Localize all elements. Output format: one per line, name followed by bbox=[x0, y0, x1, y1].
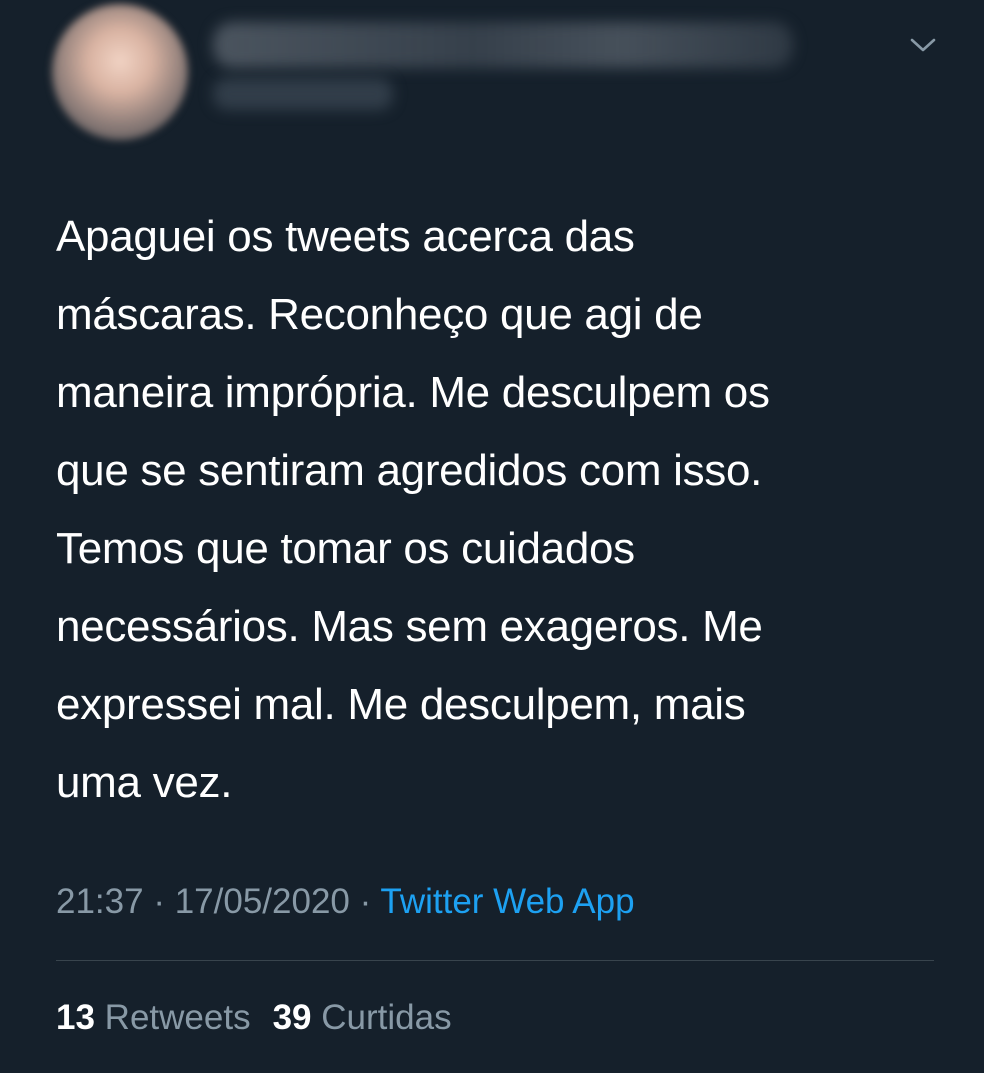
tweet-card: Apaguei os tweets acerca das máscaras. R… bbox=[0, 0, 984, 1073]
author-handle-blurred[interactable] bbox=[213, 78, 393, 110]
retweets-label: Retweets bbox=[104, 998, 251, 1037]
tweet-text: Apaguei os tweets acerca das máscaras. R… bbox=[56, 212, 770, 807]
tweet-meta: 21:37 · 17/05/2020 · Twitter Web App bbox=[56, 878, 635, 926]
likes-count: 39 bbox=[272, 998, 312, 1037]
tweet-stats: 13 Retweets 39 Curtidas bbox=[56, 994, 452, 1042]
meta-separator: · bbox=[359, 882, 372, 921]
likes-stat[interactable]: 39 Curtidas bbox=[273, 998, 452, 1037]
likes-label: Curtidas bbox=[321, 998, 452, 1037]
meta-separator: · bbox=[153, 882, 165, 921]
retweets-stat[interactable]: 13 Retweets bbox=[56, 998, 251, 1037]
retweets-count: 13 bbox=[56, 998, 95, 1037]
tweet-date[interactable]: 17/05/2020 bbox=[175, 882, 350, 921]
divider bbox=[56, 960, 934, 961]
chevron-down-icon[interactable] bbox=[905, 30, 941, 60]
tweet-time[interactable]: 21:37 bbox=[56, 882, 144, 921]
avatar[interactable] bbox=[52, 4, 188, 140]
author-name-blurred[interactable] bbox=[213, 22, 793, 68]
tweet-source-link[interactable]: Twitter Web App bbox=[380, 882, 634, 921]
